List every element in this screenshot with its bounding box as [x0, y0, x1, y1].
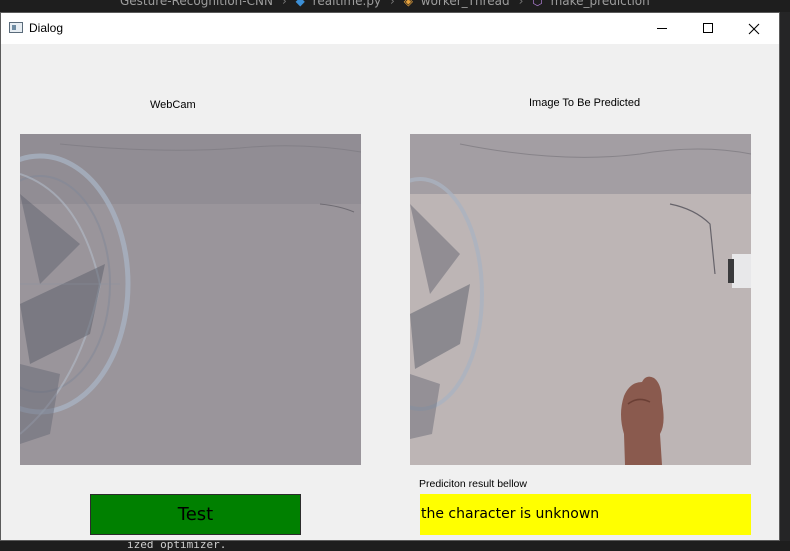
maximize-icon	[703, 23, 713, 33]
close-icon	[748, 23, 760, 35]
dialog-window: Dialog WebCam Image To Be Predicted Pred…	[0, 12, 780, 541]
maximize-button[interactable]	[685, 13, 731, 44]
prediction-input-image	[410, 134, 751, 465]
window-app-icon	[9, 22, 23, 33]
breadcrumb-item[interactable]: make_prediction	[551, 0, 650, 8]
code-text: ized optimizer.	[127, 541, 227, 551]
breadcrumb-item[interactable]: Gesture-Recognition-CNN	[120, 0, 273, 8]
result-caption: Prediciton result bellow	[419, 478, 527, 490]
ide-breadcrumb: Gesture-Recognition-CNN › ◆ realtime.py › …	[120, 0, 654, 8]
ide-code-line: ized optimizer.	[0, 541, 790, 551]
python-file-icon: ◆	[295, 0, 305, 8]
title-bar[interactable]: Dialog	[1, 13, 779, 44]
prediction-scene	[410, 134, 751, 465]
test-button[interactable]: Test	[90, 494, 301, 535]
ide-scrollbar[interactable]	[780, 12, 790, 541]
breadcrumb-item[interactable]: worker_Thread	[421, 0, 510, 8]
method-icon: ⬡	[532, 0, 543, 8]
image-to-predict-label: Image To Be Predicted	[529, 97, 641, 109]
minimize-button[interactable]	[639, 13, 685, 44]
webcam-scene	[20, 134, 361, 465]
window-title: Dialog	[29, 21, 64, 35]
breadcrumb-item[interactable]: realtime.py	[313, 0, 381, 8]
class-icon: ◈	[403, 0, 413, 8]
prediction-result-field: the character is unknown	[420, 494, 751, 535]
webcam-feed-image	[20, 134, 361, 465]
close-button[interactable]	[731, 13, 777, 44]
webcam-label: WebCam	[150, 99, 196, 111]
minimize-icon	[657, 28, 667, 29]
ide-breadcrumb-bar: Gesture-Recognition-CNN › ◆ realtime.py › …	[0, 0, 790, 12]
